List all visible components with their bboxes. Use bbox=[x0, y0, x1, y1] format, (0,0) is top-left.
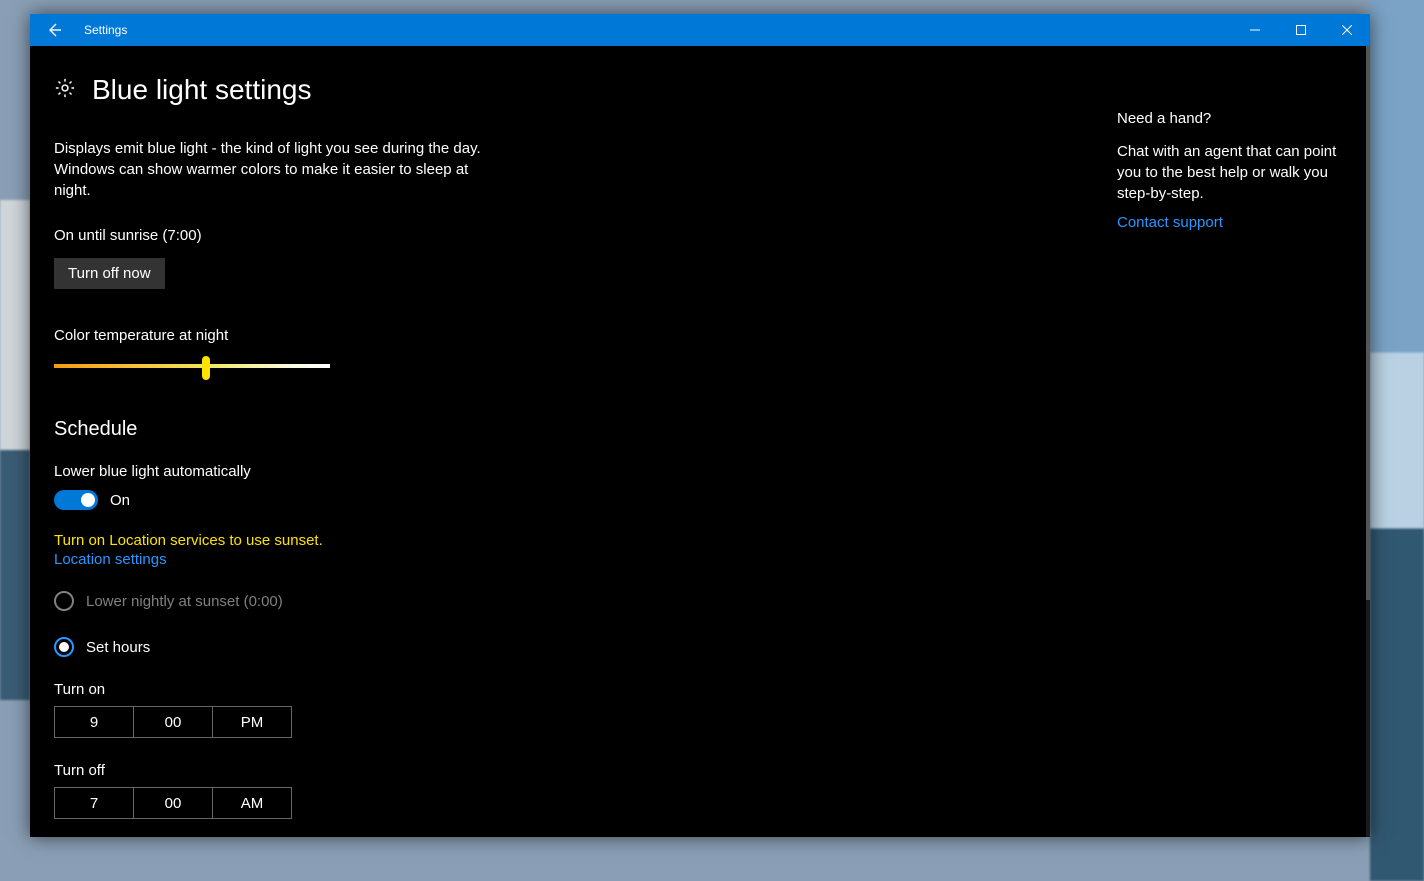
gear-icon bbox=[54, 77, 76, 104]
toggle-knob bbox=[81, 493, 95, 507]
scrollbar-thumb[interactable] bbox=[1366, 46, 1370, 600]
turn-off-now-button[interactable]: Turn off now bbox=[54, 258, 165, 289]
radio-sunset-label: Lower nightly at sunset (0:00) bbox=[86, 593, 283, 610]
status-text: On until sunrise (7:00) bbox=[54, 227, 790, 244]
maximize-button[interactable] bbox=[1278, 14, 1324, 46]
app-title: Settings bbox=[78, 23, 127, 37]
radio-set-hours-button[interactable] bbox=[54, 637, 74, 657]
auto-lower-toggle[interactable] bbox=[54, 490, 98, 510]
maximize-icon bbox=[1296, 25, 1306, 35]
turn-off-hour[interactable]: 7 bbox=[54, 787, 134, 819]
radio-sunset[interactable]: Lower nightly at sunset (0:00) bbox=[54, 591, 790, 611]
location-warning: Turn on Location services to use sunset. bbox=[54, 532, 790, 549]
close-icon bbox=[1342, 25, 1352, 35]
vertical-scrollbar[interactable] bbox=[1366, 46, 1370, 837]
page-header: Blue light settings bbox=[54, 74, 790, 106]
help-title: Need a hand? bbox=[1117, 110, 1342, 127]
window-controls bbox=[1232, 14, 1370, 46]
auto-lower-toggle-row: On bbox=[54, 490, 790, 510]
turn-on-label: Turn on bbox=[54, 681, 790, 698]
turn-on-hour[interactable]: 9 bbox=[54, 706, 134, 738]
close-button[interactable] bbox=[1324, 14, 1370, 46]
content-area: Blue light settings Displays emit blue l… bbox=[30, 46, 790, 837]
back-arrow-icon bbox=[46, 22, 62, 38]
page-title: Blue light settings bbox=[92, 74, 311, 106]
titlebar: Settings bbox=[30, 14, 1370, 46]
minimize-button[interactable] bbox=[1232, 14, 1278, 46]
minimize-icon bbox=[1250, 25, 1260, 35]
back-button[interactable] bbox=[30, 14, 78, 46]
radio-sunset-button[interactable] bbox=[54, 591, 74, 611]
slider-thumb[interactable] bbox=[202, 356, 210, 380]
turn-off-minute[interactable]: 00 bbox=[134, 787, 213, 819]
location-settings-link[interactable]: Location settings bbox=[54, 551, 167, 568]
window-body: Blue light settings Displays emit blue l… bbox=[30, 46, 1370, 837]
help-panel: Need a hand? Chat with an agent that can… bbox=[1117, 110, 1342, 231]
color-temp-slider[interactable] bbox=[54, 356, 330, 376]
slider-track bbox=[54, 364, 330, 368]
turn-off-period[interactable]: AM bbox=[213, 787, 292, 819]
radio-set-hours[interactable]: Set hours bbox=[54, 637, 790, 657]
toggle-state-label: On bbox=[110, 492, 130, 509]
settings-window: Settings Blue light set bbox=[30, 14, 1370, 837]
help-description: Chat with an agent that can point you to… bbox=[1117, 141, 1342, 204]
turn-off-label: Turn off bbox=[54, 762, 790, 779]
turn-off-time-picker: 7 00 AM bbox=[54, 787, 292, 819]
radio-set-hours-label: Set hours bbox=[86, 639, 150, 656]
radio-dot bbox=[59, 642, 69, 652]
schedule-heading: Schedule bbox=[54, 418, 790, 441]
turn-on-minute[interactable]: 00 bbox=[134, 706, 213, 738]
auto-lower-label: Lower blue light automatically bbox=[54, 463, 790, 480]
turn-on-period[interactable]: PM bbox=[213, 706, 292, 738]
page-description: Displays emit blue light - the kind of l… bbox=[54, 138, 484, 201]
desktop-background-right bbox=[1370, 0, 1424, 881]
contact-support-link[interactable]: Contact support bbox=[1117, 214, 1223, 231]
turn-on-time-picker: 9 00 PM bbox=[54, 706, 292, 738]
color-temp-label: Color temperature at night bbox=[54, 327, 790, 344]
desktop-background-left bbox=[0, 200, 30, 700]
